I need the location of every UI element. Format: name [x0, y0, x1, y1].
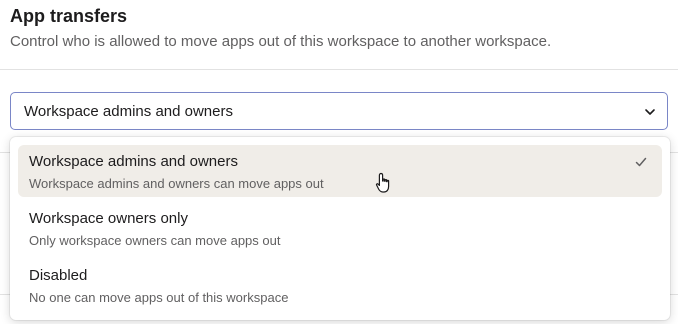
option-title: Disabled — [29, 267, 88, 284]
app-transfers-settings: App transfers Control who is allowed to … — [0, 0, 678, 324]
option-description: Workspace admins and owners can move app… — [29, 176, 324, 191]
option-title: Workspace owners only — [29, 210, 188, 227]
option-owners-only[interactable]: Workspace owners only Only workspace own… — [18, 202, 662, 254]
option-admins-and-owners[interactable]: Workspace admins and owners Workspace ad… — [18, 145, 662, 197]
app-transfers-select[interactable]: Workspace admins and owners — [10, 92, 668, 130]
hand-pointer-icon — [375, 172, 390, 193]
divider — [0, 69, 678, 70]
check-icon — [635, 157, 647, 167]
section-title: App transfers — [10, 6, 128, 26]
section-description: Control who is allowed to move apps out … — [10, 33, 552, 50]
chevron-down-icon — [645, 109, 655, 115]
option-description: No one can move apps out of this workspa… — [29, 290, 289, 305]
option-disabled[interactable]: Disabled No one can move apps out of thi… — [18, 259, 662, 311]
option-title: Workspace admins and owners — [29, 153, 238, 170]
select-value: Workspace admins and owners — [24, 103, 233, 120]
dropdown-menu: Workspace admins and owners Workspace ad… — [10, 137, 670, 320]
option-description: Only workspace owners can move apps out — [29, 233, 281, 248]
